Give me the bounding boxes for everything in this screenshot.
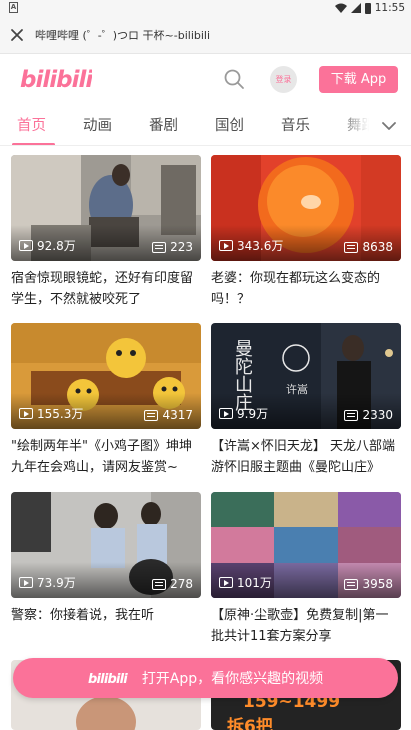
video-card[interactable]: 73.9万 278 警察：你接着说，我在听 <box>11 492 201 647</box>
video-title[interactable]: 【原神·尘歌壶】免费复制|第一批共计11套方案分享 <box>211 605 401 647</box>
danmaku-count: 3958 <box>344 577 393 591</box>
danmaku-count: 2330 <box>344 408 393 422</box>
video-card[interactable]: 曼陀山庄 许嵩 9.9万 2330 【许嵩×怀旧天龙】 天龙八部端游怀旧服主题曲… <box>211 323 401 478</box>
danmaku-icon <box>344 578 359 590</box>
active-tab-indicator <box>12 143 55 145</box>
view-count: 155.3万 <box>19 405 83 422</box>
danmaku-count: 223 <box>152 240 193 254</box>
download-app-button[interactable]: 下载 App <box>319 66 398 93</box>
video-title[interactable]: 警察：你接着说，我在听 <box>11 605 201 647</box>
bilibili-logo[interactable]: bilibili <box>18 62 92 94</box>
video-title[interactable]: 【许嵩×怀旧天龙】 天龙八部端游怀旧服主题曲《曼陀山庄》 <box>211 436 401 478</box>
video-title[interactable]: 老婆：你现在都玩这么变态的吗！？ <box>211 268 401 310</box>
play-icon <box>19 408 33 419</box>
category-tabs: 首页 动画 番剧 国创 音乐 舞蹈 <box>0 104 411 146</box>
search-icon[interactable] <box>223 68 245 90</box>
danmaku-count: 4317 <box>144 408 193 422</box>
view-count: 9.9万 <box>219 405 268 422</box>
video-card[interactable]: 343.6万 8638 老婆：你现在都玩这么变态的吗！？ <box>211 155 401 310</box>
chevron-down-icon[interactable] <box>380 117 398 135</box>
login-avatar-button[interactable]: 登录 <box>270 66 297 93</box>
tab-music[interactable]: 音乐 <box>281 114 310 135</box>
video-card[interactable]: 155.3万 4317 "绘制两年半"《小鸡子图》坤坤九年在会鸡山，请网友鉴赏~ <box>11 323 201 478</box>
thumbnail-artist: 许嵩 <box>286 383 308 396</box>
thumbnail-caption: 曼陀山庄 <box>232 339 253 411</box>
tab-bangumi[interactable]: 番剧 <box>149 114 178 135</box>
danmaku-icon <box>144 409 159 421</box>
play-icon <box>19 240 33 251</box>
open-app-button[interactable]: bilibili 打开App，看你感兴趣的视频 <box>13 658 398 698</box>
tab-guochuang[interactable]: 国创 <box>215 114 244 135</box>
status-bar: A 11:55 <box>0 0 411 16</box>
close-icon[interactable] <box>9 27 25 43</box>
danmaku-icon <box>344 409 359 421</box>
notification-a-icon: A <box>9 2 18 13</box>
thumbnail-caption: 拆6把 <box>227 717 273 730</box>
video-card[interactable]: 92.8万 223 宿舍惊现眼镜蛇，还好有印度留学生，不然就被咬死了 <box>11 155 201 310</box>
play-icon <box>219 577 233 588</box>
video-thumbnail[interactable]: 73.9万 278 <box>11 492 201 598</box>
battery-icon <box>364 2 371 14</box>
view-count: 92.8万 <box>19 237 76 254</box>
video-thumbnail[interactable]: 101万 3958 <box>211 492 401 598</box>
open-app-label: 打开App，看你感兴趣的视频 <box>141 671 324 687</box>
status-time: 11:55 <box>374 2 405 14</box>
svg-text:bilibili: bilibili <box>88 672 128 687</box>
danmaku-count: 278 <box>152 577 193 591</box>
danmaku-icon <box>152 241 167 253</box>
video-thumbnail[interactable]: 曼陀山庄 许嵩 9.9万 2330 <box>211 323 401 429</box>
play-icon <box>219 240 233 251</box>
danmaku-icon <box>152 578 167 590</box>
play-icon <box>219 408 233 419</box>
video-thumbnail[interactable]: 92.8万 223 <box>11 155 201 261</box>
browser-top-bar: 哔哩哔哩 (゜-゜)つロ 干杯~-bilibili <box>0 16 411 54</box>
wifi-icon <box>334 3 347 13</box>
bilibili-logo: bilibili <box>88 672 129 687</box>
play-icon <box>19 577 33 588</box>
signal-icon <box>350 3 361 13</box>
status-icons: 11:55 <box>334 1 405 15</box>
video-title[interactable]: "绘制两年半"《小鸡子图》坤坤九年在会鸡山，请网友鉴赏~ <box>11 436 201 478</box>
video-card[interactable]: 101万 3958 【原神·尘歌壶】免费复制|第一批共计11套方案分享 <box>211 492 401 647</box>
view-count: 73.9万 <box>19 574 76 591</box>
video-title[interactable]: 宿舍惊现眼镜蛇，还好有印度留学生，不然就被咬死了 <box>11 268 201 310</box>
page-title: 哔哩哔哩 (゜-゜)つロ 干杯~-bilibili <box>35 29 211 42</box>
site-header: bilibili 登录 下载 App <box>0 54 411 104</box>
view-count: 101万 <box>219 574 272 591</box>
view-count: 343.6万 <box>219 237 283 254</box>
tab-home[interactable]: 首页 <box>17 114 46 135</box>
svg-text:bilibili: bilibili <box>20 67 92 93</box>
video-thumbnail[interactable]: 155.3万 4317 <box>11 323 201 429</box>
danmaku-icon <box>344 241 359 253</box>
tab-anime[interactable]: 动画 <box>83 114 112 135</box>
video-thumbnail[interactable]: 343.6万 8638 <box>211 155 401 261</box>
danmaku-count: 8638 <box>344 240 393 254</box>
